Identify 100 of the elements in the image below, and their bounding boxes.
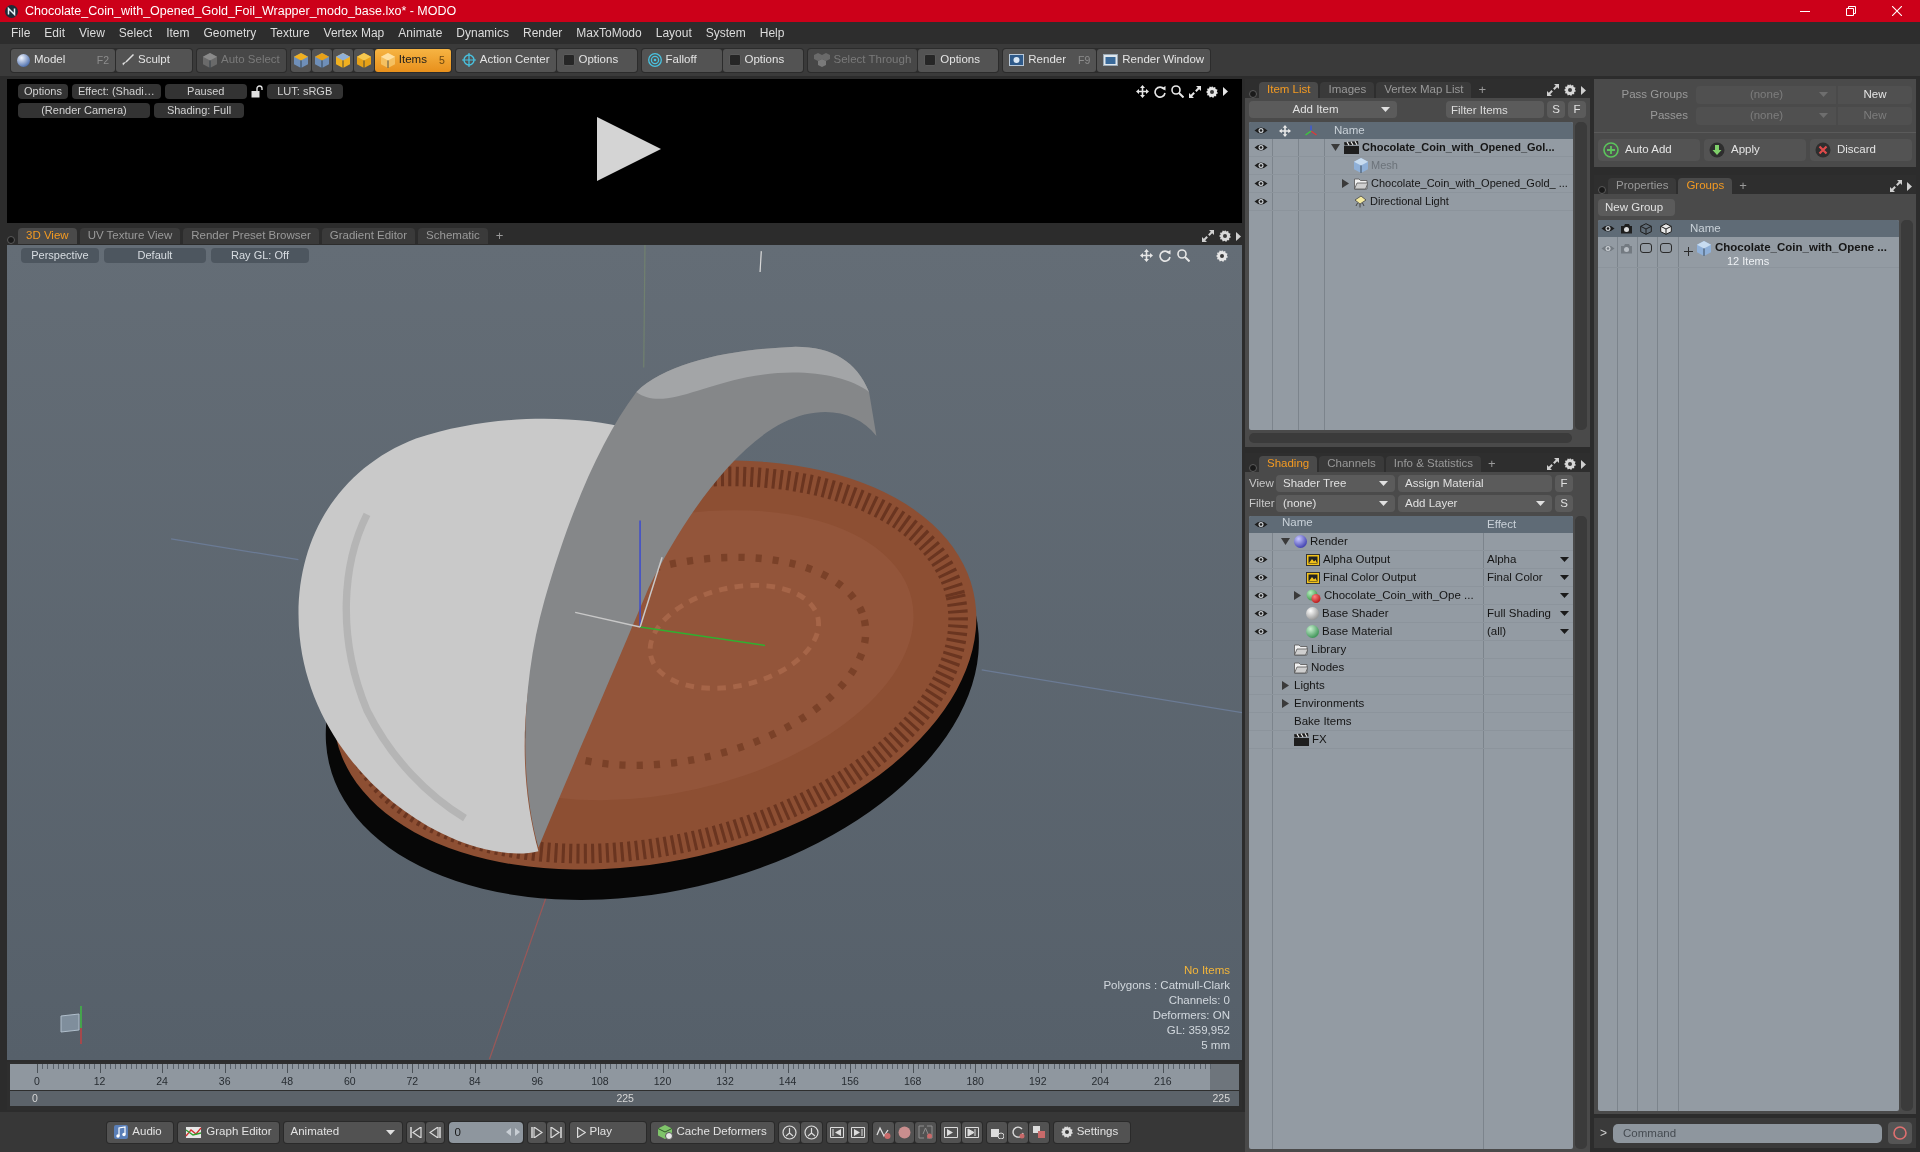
viewport-tab[interactable]: Gradient Editor bbox=[321, 228, 416, 244]
panel-tab[interactable]: Item List bbox=[1259, 82, 1319, 98]
audio-button[interactable]: Audio bbox=[107, 1121, 174, 1143]
action-button[interactable]: Auto Add bbox=[1598, 139, 1700, 161]
column-header[interactable]: Effect bbox=[1483, 517, 1517, 532]
projection-button[interactable]: Perspective bbox=[21, 248, 99, 263]
tree-item[interactable]: Library bbox=[1272, 641, 1348, 658]
effect-button[interactable]: Effect: (Shadi… bbox=[71, 84, 161, 99]
viewport-tab[interactable]: Render Preset Browser bbox=[183, 228, 319, 244]
move-icon[interactable] bbox=[1136, 85, 1149, 98]
tool-button[interactable]: Falloff bbox=[641, 48, 722, 72]
maximize-icon[interactable] bbox=[1547, 84, 1559, 96]
maximize-icon[interactable] bbox=[1547, 458, 1559, 470]
rotate-icon[interactable] bbox=[1154, 85, 1166, 98]
transport-tool-button[interactable] bbox=[778, 1121, 800, 1143]
panel-tab[interactable]: Info & Statistics bbox=[1385, 456, 1482, 472]
toggle-button[interactable]: S bbox=[1555, 495, 1573, 512]
column-header[interactable]: Name bbox=[1676, 221, 1721, 236]
view-dropdown[interactable]: Shader Tree bbox=[1276, 475, 1395, 492]
play-button[interactable]: Play bbox=[569, 1121, 646, 1143]
collapsed-arrow-icon[interactable] bbox=[1294, 591, 1301, 600]
panel-tab[interactable]: Properties bbox=[1608, 178, 1677, 194]
timeline-ruler[interactable]: 0 12 24 36 48 60 72 84 96 108 120 132 144 156 168 180 192 204 216 bbox=[10, 1064, 1239, 1090]
panel-menu-arrow-icon[interactable] bbox=[1581, 85, 1586, 95]
action-button[interactable]: Apply bbox=[1704, 139, 1806, 161]
menu-item[interactable]: System bbox=[698, 25, 753, 41]
frame-field[interactable]: 0 bbox=[448, 1121, 503, 1143]
tree-item[interactable]: Base Shader bbox=[1272, 605, 1390, 622]
tool-button[interactable]: Action Center bbox=[455, 48, 556, 72]
curve-key-button[interactable] bbox=[872, 1121, 894, 1143]
menu-item[interactable]: Dynamics bbox=[449, 25, 516, 41]
new-group-button[interactable]: New Group bbox=[1598, 199, 1675, 216]
skip-start-button[interactable] bbox=[406, 1121, 425, 1143]
panel-menu-arrow-icon[interactable] bbox=[1223, 87, 1228, 96]
menu-item[interactable]: Vertex Map bbox=[316, 25, 392, 41]
add-item-dropdown[interactable]: Add Item bbox=[1249, 101, 1397, 118]
tree-item[interactable]: Alpha Output bbox=[1272, 551, 1392, 568]
stepper-button[interactable] bbox=[502, 1121, 523, 1143]
toggle-box-icon[interactable] bbox=[1659, 243, 1672, 253]
action-button[interactable]: Discard bbox=[1810, 139, 1912, 161]
key-back-button[interactable] bbox=[940, 1121, 961, 1143]
add-tab-button[interactable]: + bbox=[1473, 82, 1492, 98]
camera-button[interactable]: (Render Camera) bbox=[18, 103, 150, 118]
panel-dot-icon[interactable] bbox=[1249, 90, 1257, 98]
panel-dot-icon[interactable] bbox=[1249, 464, 1257, 472]
settings-icon[interactable] bbox=[1216, 249, 1228, 262]
add-tab-button[interactable]: + bbox=[490, 228, 509, 244]
menu-item[interactable]: Animate bbox=[391, 25, 450, 41]
settings-icon[interactable] bbox=[1206, 85, 1218, 98]
menu-item[interactable]: Texture bbox=[263, 25, 317, 41]
panel-tab[interactable]: Channels bbox=[1319, 456, 1384, 472]
raygl-button[interactable]: Ray GL: Off bbox=[211, 248, 309, 263]
padlock-icon[interactable] bbox=[250, 85, 263, 98]
transport-tool-button[interactable] bbox=[1028, 1121, 1049, 1143]
column-header[interactable]: Name bbox=[1324, 123, 1365, 138]
select-mode-button[interactable] bbox=[290, 48, 311, 72]
menu-item[interactable]: Layout bbox=[648, 25, 699, 41]
select-mode-button[interactable]: Items 5 bbox=[374, 48, 451, 72]
settings-button[interactable]: Settings bbox=[1053, 1121, 1130, 1143]
step-back-button[interactable] bbox=[425, 1121, 444, 1143]
panel-tab[interactable]: Vertex Map List bbox=[1376, 82, 1472, 98]
command-field[interactable]: Command bbox=[1613, 1123, 1882, 1143]
previous-key-button[interactable] bbox=[826, 1121, 847, 1143]
select-mode-button[interactable] bbox=[353, 48, 374, 72]
collapsed-arrow-icon[interactable] bbox=[1342, 179, 1349, 188]
menu-item[interactable]: Select bbox=[111, 25, 160, 41]
panel-menu-arrow-icon[interactable] bbox=[1236, 231, 1241, 241]
record-key-button[interactable] bbox=[894, 1121, 914, 1143]
pause-button[interactable]: Paused bbox=[164, 84, 247, 99]
lut-button[interactable]: LUT: sRGB bbox=[266, 84, 343, 99]
panel-tab[interactable]: Groups bbox=[1678, 178, 1733, 194]
next-key-button[interactable] bbox=[847, 1121, 868, 1143]
effect-dropdown[interactable]: Alpha bbox=[1483, 551, 1573, 568]
zoom-icon[interactable] bbox=[1171, 85, 1184, 98]
effect-dropdown[interactable]: (all) bbox=[1483, 623, 1573, 640]
panel-tab[interactable]: Shading bbox=[1259, 456, 1318, 472]
menu-item[interactable]: Render bbox=[516, 25, 570, 41]
style-button[interactable]: Default bbox=[104, 248, 206, 263]
settings-icon[interactable] bbox=[1219, 230, 1231, 242]
menu-item[interactable]: Geometry bbox=[196, 25, 264, 41]
menu-item[interactable]: File bbox=[4, 25, 38, 41]
tree-item[interactable]: Bake Items bbox=[1272, 713, 1353, 730]
tree-item[interactable]: Nodes bbox=[1272, 659, 1346, 676]
key-set-button[interactable] bbox=[914, 1121, 936, 1143]
tree-item[interactable]: Final Color Output bbox=[1272, 569, 1418, 586]
options-button[interactable]: Options bbox=[918, 48, 999, 72]
expand-plus-icon[interactable] bbox=[1684, 247, 1693, 256]
toggle-box-icon[interactable] bbox=[1639, 243, 1652, 253]
expanded-arrow-icon[interactable] bbox=[1331, 144, 1340, 151]
menu-item[interactable]: Item bbox=[159, 25, 197, 41]
collapsed-arrow-icon[interactable] bbox=[1282, 699, 1289, 708]
filter-field[interactable]: Filter Items bbox=[1446, 101, 1544, 118]
tree-item[interactable]: Chocolate_Coin_with_Ope ... bbox=[1272, 587, 1475, 604]
tree-item[interactable]: Chocolate_Coin_with_Opened_Gol... bbox=[1324, 139, 1556, 156]
viewport-tab[interactable]: UV Texture View bbox=[79, 228, 181, 244]
tree-item[interactable]: Lights bbox=[1272, 677, 1326, 694]
key-end-button[interactable] bbox=[961, 1121, 982, 1143]
expanded-arrow-icon[interactable] bbox=[1281, 538, 1290, 545]
tree-item[interactable]: Chocolate_Coin_with_Opened_Gold_ ... bbox=[1324, 175, 1569, 192]
select-mode-button[interactable] bbox=[311, 48, 332, 72]
